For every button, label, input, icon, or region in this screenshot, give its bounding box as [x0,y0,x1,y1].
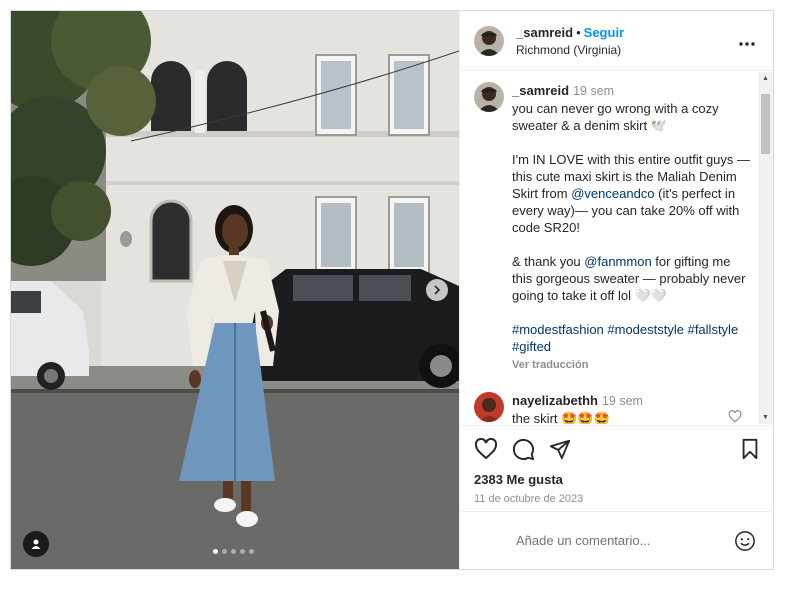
street-scene-image [11,11,459,569]
comment-icon [512,438,535,460]
heart-icon [728,410,742,423]
post-side-panel: _samreid • Seguir Richmond (Virginia) _s… [459,11,774,569]
post-date[interactable]: 11 de octubre de 2023 [474,493,760,505]
caption-time[interactable]: 19 sem [573,84,614,98]
caption-paragraph-3: & thank you @fanmmon for gifting me this… [512,254,746,303]
post-header: _samreid • Seguir Richmond (Virginia) [460,11,773,71]
save-button[interactable] [740,438,760,460]
comment-username[interactable]: nayelizabethh [512,393,598,408]
emoji-button[interactable] [734,530,756,552]
caption-paragraph-2: I'm IN LOVE with this entire outfit guys… [512,152,751,235]
likes-count[interactable]: 2383 Me gusta [474,472,760,487]
more-icon [739,42,755,46]
add-comment-bar [460,511,774,569]
bookmark-icon [742,438,758,460]
like-comment-button[interactable] [728,410,742,424]
author-avatar[interactable] [474,82,504,112]
share-button[interactable] [549,438,571,460]
user-tag-icon [31,539,41,549]
comments-list[interactable]: _samreid 19 sem you can never go wrong wi… [460,72,758,424]
heart-icon [474,438,498,460]
follow-button[interactable]: Seguir [584,25,624,40]
comment-item: nayelizabethh 19 sem the skirt 🤩🤩🤩 [474,392,758,424]
carousel-dot [231,549,236,554]
tagged-users-button[interactable] [23,531,49,557]
caption-username[interactable]: _samreid [512,83,569,98]
author-avatar[interactable] [474,25,504,56]
comment-input[interactable] [516,533,734,548]
carousel-dot [249,549,254,554]
scroll-thumb[interactable] [761,94,770,154]
post-location[interactable]: Richmond (Virginia) [516,43,624,58]
comment-text: the skirt 🤩🤩🤩 [512,411,610,424]
share-icon [549,439,571,460]
more-options-button[interactable] [739,33,755,51]
carousel-dot [222,549,227,554]
post-dialog: _samreid • Seguir Richmond (Virginia) _s… [10,10,774,570]
post-photo[interactable] [11,11,459,569]
mention-link[interactable]: @venceandco [571,186,654,201]
emoji-icon [735,530,755,551]
comment-button[interactable] [512,438,535,461]
caption-comment: _samreid 19 sem you can never go wrong wi… [474,82,758,374]
comment-time[interactable]: 19 sem [602,394,643,408]
chevron-right-icon [434,285,441,295]
mention-link[interactable]: @fanmmon [584,254,651,269]
next-image-button[interactable] [426,279,448,301]
carousel-dot [240,549,245,554]
carousel-indicator [213,549,254,554]
author-username[interactable]: _samreid [516,25,573,40]
commenter-avatar[interactable] [474,392,504,422]
like-button[interactable] [474,438,498,460]
carousel-dot [213,549,218,554]
comments-scrollbar[interactable]: ▲ ▼ [758,72,773,424]
hashtags[interactable]: #modestfashion #modeststyle #fallstyle #… [512,321,752,355]
caption-line-1: you can never go wrong with a cozy sweat… [512,101,719,133]
see-translation-link[interactable]: Ver traducción [512,357,752,374]
